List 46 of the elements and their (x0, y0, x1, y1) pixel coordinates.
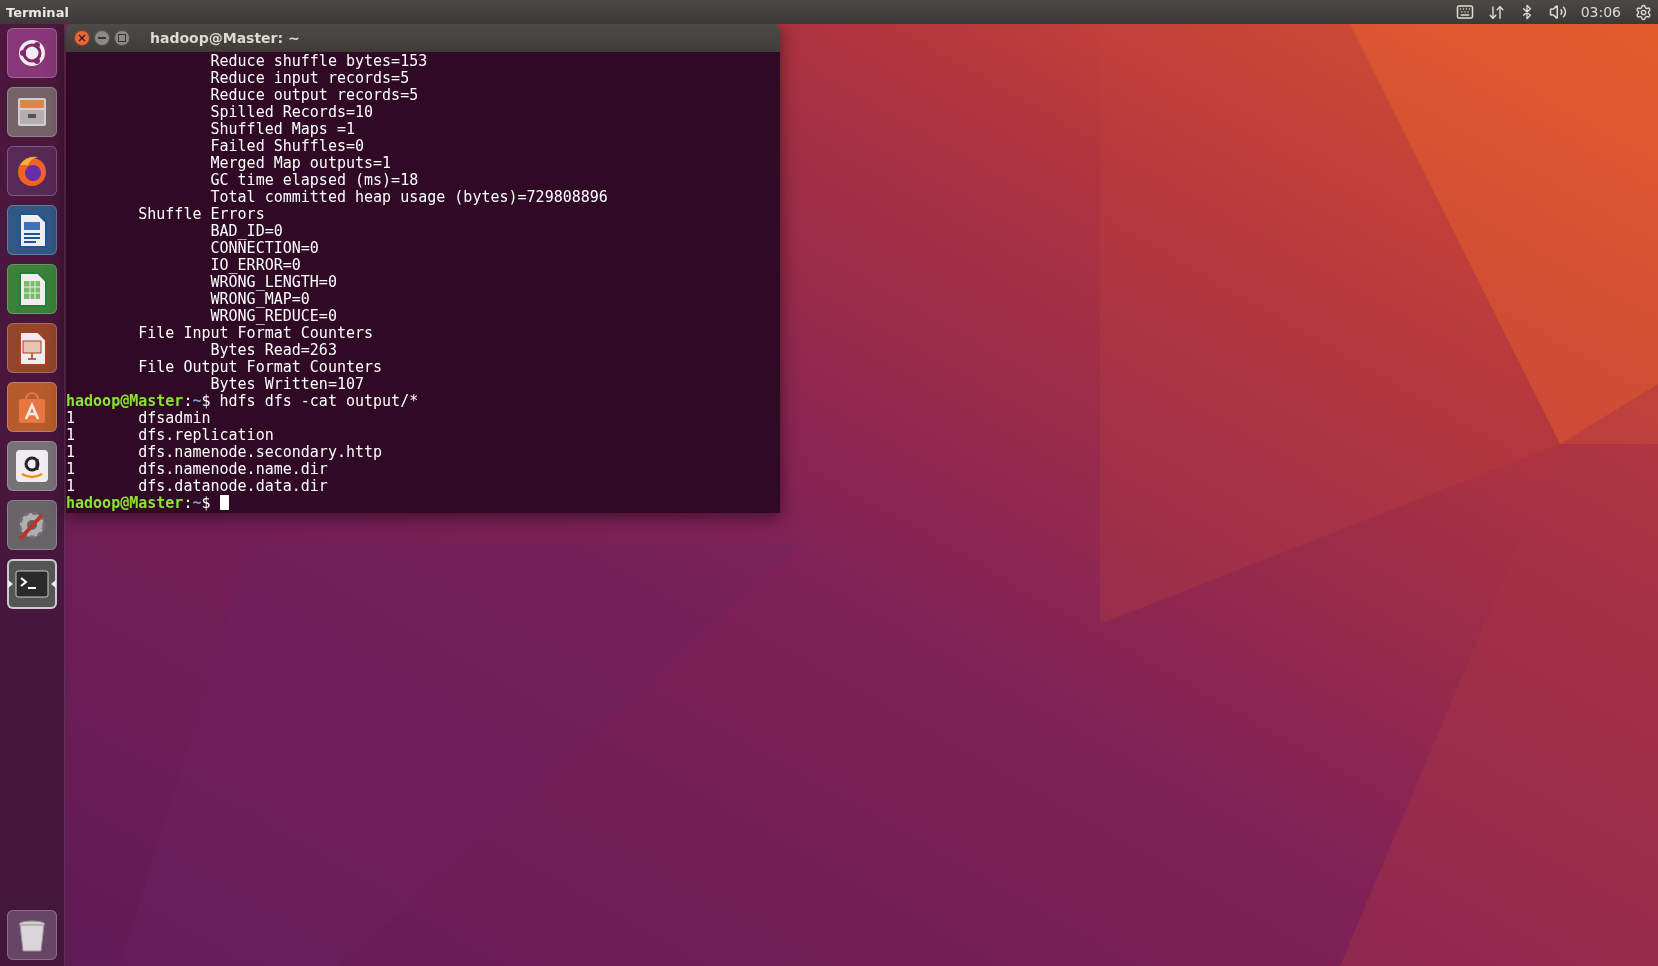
window-title: hadoop@Master: ~ (150, 30, 300, 46)
keyboard-icon[interactable] (1455, 3, 1474, 21)
launcher-item[interactable] (7, 559, 57, 609)
maximize-icon (118, 34, 126, 42)
terminal-line: 1 dfs.namenode.secondary.http (66, 444, 383, 461)
terminal-line: Shuffle Errors (137, 206, 265, 223)
terminal-line: Reduce output records=5 (209, 87, 419, 104)
maximize-button[interactable] (114, 30, 130, 46)
text-cursor (219, 495, 229, 510)
terminal-line: 1 dfs.replication (66, 427, 274, 444)
terminal-line: Failed Shuffles=0 (209, 138, 364, 155)
launcher-item[interactable] (7, 441, 57, 491)
volume-icon[interactable] (1548, 3, 1567, 21)
terminal-line: IO_ERROR=0 (209, 257, 301, 274)
terminal-line: File Output Format Counters (137, 359, 383, 376)
launcher-item[interactable] (7, 323, 57, 373)
terminal-line: 1 dfs.datanode.data.dir (66, 478, 328, 495)
terminal-line: File Input Format Counters (137, 325, 374, 342)
close-icon (78, 34, 86, 42)
terminal-line: BAD_ID=0 (209, 223, 283, 240)
clock[interactable]: 03:06 (1580, 4, 1621, 20)
launcher-item[interactable] (7, 205, 57, 255)
prompt-line: hadoop@Master:~$ (66, 495, 229, 512)
terminal-line: Shuffled Maps =1 (209, 121, 355, 138)
terminal-line: GC time elapsed (ms)=18 (209, 172, 419, 189)
terminal-line: Total committed heap usage (bytes)=729808896 (209, 189, 608, 206)
terminal-line: CONNECTION=0 (209, 240, 319, 257)
terminal-line: Bytes Written=107 (209, 376, 364, 393)
app-name: Terminal (6, 4, 69, 20)
terminal-line: Reduce input records=5 (209, 70, 410, 87)
terminal-line: WRONG_REDUCE=0 (209, 308, 337, 325)
close-button[interactable] (74, 30, 90, 46)
terminal-line: WRONG_LENGTH=0 (209, 274, 337, 291)
launcher-item[interactable] (7, 28, 57, 78)
network-icon[interactable] (1487, 3, 1505, 21)
terminal-line: 1 dfs.namenode.name.dir (66, 461, 328, 478)
settings-icon[interactable] (1635, 3, 1652, 21)
terminal-line: Merged Map outputs=1 (209, 155, 392, 172)
terminal-line: Reduce shuffle bytes=153 (209, 53, 428, 70)
terminal-line: Spilled Records=10 (209, 104, 374, 121)
terminal-line: 1 dfsadmin (66, 410, 211, 427)
minimize-icon (98, 37, 106, 39)
prompt-line: hadoop@Master:~$ hdfs dfs -cat output/* (66, 393, 419, 410)
terminal-line: WRONG_MAP=0 (209, 291, 310, 308)
minimize-button[interactable] (94, 30, 110, 46)
terminal-line: Bytes Read=263 (209, 342, 337, 359)
